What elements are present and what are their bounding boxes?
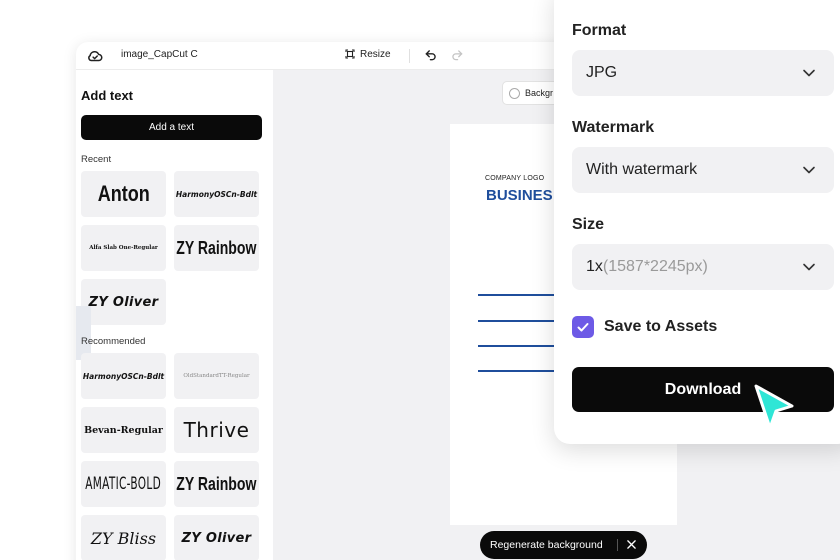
font-tile-label: ZY Rainbow [176,473,257,494]
font-tile-label: ZY Oliver [181,530,252,546]
regenerate-divider [617,539,618,551]
font-tile-harmony[interactable]: HarmonyOSCn-Bdlt [81,353,166,399]
font-tile-harmony[interactable]: HarmonyOSCn-Bdlt [174,171,259,217]
resize-icon [345,49,355,59]
export-panel: Format JPG Watermark With watermark Size… [554,0,840,444]
format-label: Format [572,22,627,39]
size-label: Size [572,216,605,233]
resize-label: Resize [360,48,391,60]
undo-icon[interactable] [424,48,438,62]
font-tile-label: ZY Rainbow [176,237,257,258]
cloud-icon[interactable] [86,47,104,65]
text-panel: Add text Add a text Recent Anton Harmony… [76,70,273,560]
recommended-label: Recommended [81,336,146,347]
format-value: JPG [586,64,618,81]
watermark-label: Watermark [572,119,655,136]
font-tile-old-standard[interactable]: OldStandardTT-Regular [174,353,259,399]
font-tile-label: HarmonyOSCn-Bdlt [175,189,258,199]
watermark-value: With watermark [586,161,698,178]
font-tile-bevan[interactable]: Bevan-Regular [81,407,166,453]
font-tile-label: ZY Oliver [88,294,159,310]
size-select[interactable]: 1x (1587*2245px) [572,244,834,290]
save-to-assets-checkbox[interactable] [572,316,594,338]
watermark-select[interactable]: With watermark [572,147,834,193]
font-tile-zy-oliver[interactable]: ZY Oliver [174,515,259,560]
font-tile-label: Alfa Slab One-Regular [89,245,158,251]
toolbar-divider [409,49,410,63]
project-name[interactable]: image_CapCut C [121,49,198,60]
font-tile-label: Bevan-Regular [84,424,163,436]
font-tile-zy-oliver[interactable]: ZY Oliver [81,279,166,325]
font-tile-label: HarmonyOSCn-Bdlt [82,371,165,381]
panel-drag-handle[interactable] [76,306,91,360]
font-tile-zy-rainbow[interactable]: ZY Rainbow [174,225,259,271]
recent-label: Recent [81,154,112,165]
mouse-cursor-icon [754,384,794,430]
size-detail: (1587*2245px) [602,258,708,275]
font-tile-anton[interactable]: Anton [81,171,166,217]
font-tile-zy-bliss[interactable]: ZY Bliss [81,515,166,560]
save-to-assets-label[interactable]: Save to Assets [604,318,717,336]
check-icon [577,323,589,332]
close-icon[interactable] [624,537,638,551]
font-tile-amatic[interactable]: AMATIC-BOLD [81,461,166,507]
font-tile-label: Anton [97,181,150,206]
regenerate-background-bar: Regenerate background [480,531,647,559]
background-color-swatch [509,87,520,99]
font-tile-label: AMATIC-BOLD [85,474,162,494]
redo-icon[interactable] [450,48,464,62]
font-tile-alfa-slab[interactable]: Alfa Slab One-Regular [81,225,166,271]
format-select[interactable]: JPG [572,50,834,96]
size-value: 1x [586,258,603,275]
chevron-down-icon [803,69,815,77]
regenerate-background-button[interactable]: Regenerate background [490,539,603,551]
font-tile-label: ZY Bliss [90,528,157,548]
font-tile-label: OldStandardTT-Regular [183,373,250,379]
add-text-button[interactable]: Add a text [81,115,262,140]
background-button-label: Backgr [525,88,554,98]
font-tile-zy-rainbow[interactable]: ZY Rainbow [174,461,259,507]
chevron-down-icon [803,263,815,271]
chevron-down-icon [803,166,815,174]
business-headline[interactable]: BUSINES [486,187,553,204]
panel-title: Add text [81,88,133,103]
font-tile-thrive[interactable]: Thrive [174,407,259,453]
resize-button[interactable]: Resize [344,48,391,60]
font-tile-label: Thrive [183,418,250,442]
company-logo-text[interactable]: COMPANY LOGO [485,175,544,182]
